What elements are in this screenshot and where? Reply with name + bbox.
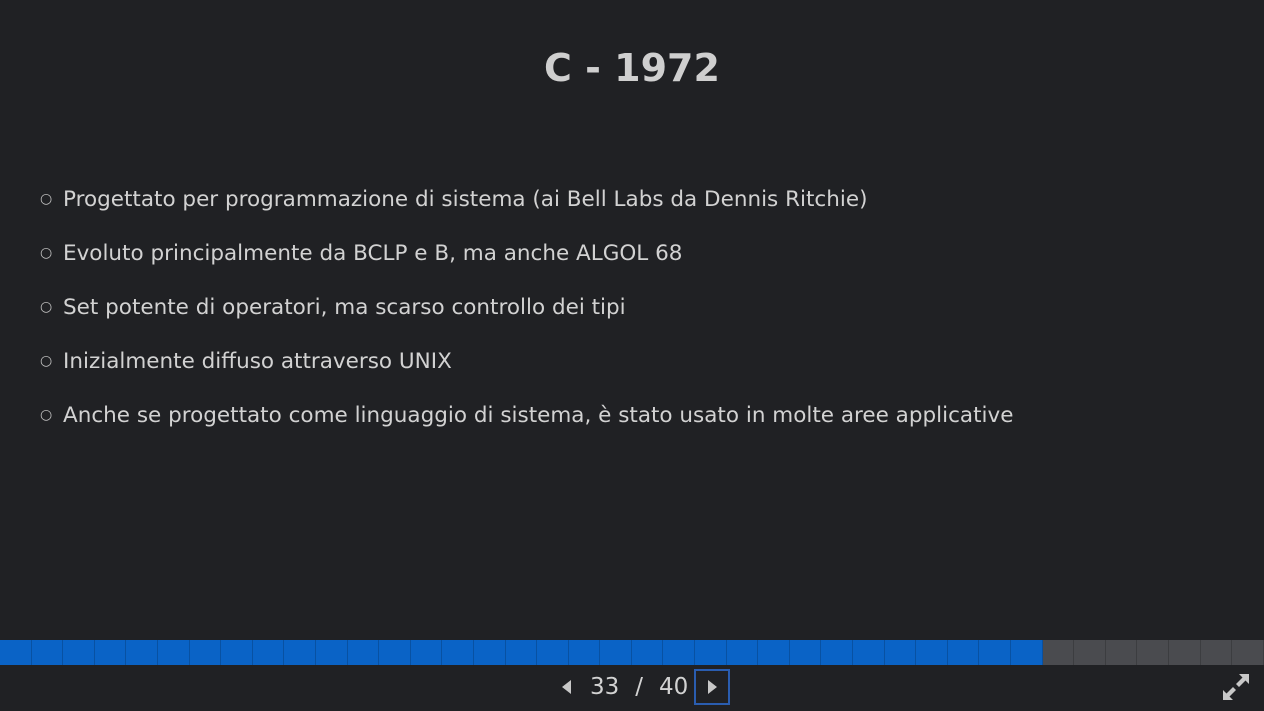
progress-segment[interactable] bbox=[1074, 640, 1106, 665]
caret-right-icon bbox=[707, 680, 717, 694]
progress-segment[interactable] bbox=[537, 640, 569, 665]
bullet-circle-icon: ○ bbox=[40, 191, 53, 207]
current-page-number: 33 bbox=[590, 674, 620, 700]
page-separator: / bbox=[635, 674, 644, 700]
progress-segment[interactable] bbox=[1137, 640, 1169, 665]
progress-segment[interactable] bbox=[315, 640, 348, 665]
progress-segment[interactable] bbox=[442, 640, 474, 665]
list-item: ○ Set potente di operatori, ma scarso co… bbox=[40, 280, 1013, 334]
progress-segment[interactable] bbox=[758, 640, 790, 665]
caret-left-icon bbox=[561, 680, 571, 694]
progress-segment[interactable] bbox=[347, 640, 380, 665]
progress-segment[interactable] bbox=[726, 640, 759, 665]
progress-segment[interactable] bbox=[0, 640, 32, 665]
bullet-text: Set potente di operatori, ma scarso cont… bbox=[63, 294, 626, 320]
page-navigation: 33 / 40 bbox=[548, 669, 731, 705]
progress-segment[interactable] bbox=[379, 640, 411, 665]
bullet-circle-icon: ○ bbox=[40, 353, 53, 369]
progress-segment[interactable] bbox=[1042, 640, 1075, 665]
progress-segment[interactable] bbox=[1168, 640, 1201, 665]
progress-segment[interactable] bbox=[1232, 640, 1264, 665]
list-item: ○ Progettato per programmazione di siste… bbox=[40, 172, 1013, 226]
progress-segment[interactable] bbox=[1011, 640, 1043, 665]
progress-segment[interactable] bbox=[31, 640, 64, 665]
list-item: ○ Inizialmente diffuso attraverso UNIX bbox=[40, 334, 1013, 388]
slide: C - 1972 ○ Progettato per programmazione… bbox=[0, 0, 1264, 640]
presentation-controls: 33 / 40 bbox=[0, 665, 1264, 711]
previous-slide-button[interactable] bbox=[548, 669, 584, 705]
bullet-circle-icon: ○ bbox=[40, 407, 53, 423]
progress-segment[interactable] bbox=[695, 640, 727, 665]
progress-segment[interactable] bbox=[94, 640, 127, 665]
list-item: ○ Evoluto principalmente da BCLP e B, ma… bbox=[40, 226, 1013, 280]
progress-segment[interactable] bbox=[473, 640, 506, 665]
progress-segment[interactable] bbox=[884, 640, 917, 665]
progress-segment[interactable] bbox=[252, 640, 285, 665]
progress-segment[interactable] bbox=[947, 640, 980, 665]
list-item: ○ Anche se progettato come linguaggio di… bbox=[40, 388, 1013, 442]
fullscreen-button[interactable] bbox=[1222, 673, 1250, 701]
progress-segment[interactable] bbox=[1105, 640, 1138, 665]
bullet-text: Progettato per programmazione di sistema… bbox=[63, 186, 868, 212]
progress-segment[interactable] bbox=[126, 640, 158, 665]
progress-segment[interactable] bbox=[505, 640, 538, 665]
progress-segment[interactable] bbox=[410, 640, 443, 665]
progress-segment[interactable] bbox=[189, 640, 222, 665]
progress-segment[interactable] bbox=[821, 640, 854, 665]
progress-segment[interactable] bbox=[221, 640, 253, 665]
progress-segment[interactable] bbox=[600, 640, 632, 665]
progress-segment[interactable] bbox=[663, 640, 696, 665]
bullet-text: Anche se progettato come linguaggio di s… bbox=[63, 402, 1014, 428]
slide-progress-bar[interactable] bbox=[0, 640, 1264, 665]
progress-segment[interactable] bbox=[916, 640, 948, 665]
progress-segment[interactable] bbox=[789, 640, 822, 665]
bullet-circle-icon: ○ bbox=[40, 299, 53, 315]
progress-segment[interactable] bbox=[284, 640, 316, 665]
bullet-list: ○ Progettato per programmazione di siste… bbox=[40, 172, 1013, 442]
expand-icon bbox=[1223, 674, 1249, 700]
progress-segment[interactable] bbox=[979, 640, 1011, 665]
slide-title: C - 1972 bbox=[544, 46, 720, 90]
progress-segment[interactable] bbox=[631, 640, 664, 665]
progress-segment[interactable] bbox=[157, 640, 190, 665]
bullet-circle-icon: ○ bbox=[40, 245, 53, 261]
progress-segment[interactable] bbox=[63, 640, 95, 665]
bullet-text: Inizialmente diffuso attraverso UNIX bbox=[63, 348, 452, 374]
next-slide-button[interactable] bbox=[694, 669, 731, 705]
bullet-text: Evoluto principalmente da BCLP e B, ma a… bbox=[63, 240, 683, 266]
progress-segment[interactable] bbox=[568, 640, 601, 665]
progress-segment[interactable] bbox=[1200, 640, 1233, 665]
total-page-count: 40 bbox=[659, 674, 689, 700]
progress-segment[interactable] bbox=[853, 640, 885, 665]
